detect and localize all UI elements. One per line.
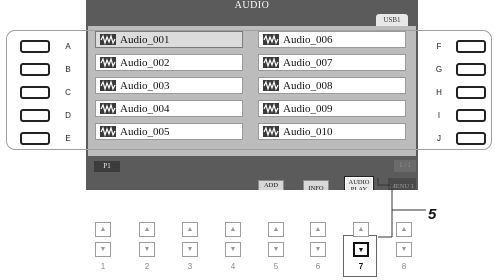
down-button-5[interactable]: ▼ bbox=[268, 242, 284, 257]
button-number: 5 bbox=[273, 262, 279, 271]
button-number: 8 bbox=[401, 262, 407, 271]
down-button-3[interactable]: ▼ bbox=[182, 242, 198, 257]
up-button-8[interactable]: ▲ bbox=[396, 222, 412, 237]
up-button-1[interactable]: ▲ bbox=[95, 222, 111, 237]
up-button-6[interactable]: ▲ bbox=[310, 222, 326, 237]
down-button-7[interactable]: ▼ bbox=[353, 242, 369, 257]
step-callout-number: 5 bbox=[428, 206, 437, 223]
button-number: 1 bbox=[100, 262, 106, 271]
button-number: 3 bbox=[187, 262, 193, 271]
button-number: 7 bbox=[358, 262, 364, 271]
down-button-2[interactable]: ▼ bbox=[139, 242, 155, 257]
up-button-2[interactable]: ▲ bbox=[139, 222, 155, 237]
down-button-1[interactable]: ▼ bbox=[95, 242, 111, 257]
up-button-7[interactable]: ▲ bbox=[353, 222, 369, 237]
down-button-4[interactable]: ▼ bbox=[225, 242, 241, 257]
down-button-6[interactable]: ▼ bbox=[310, 242, 326, 257]
button-number: 6 bbox=[315, 262, 321, 271]
up-button-4[interactable]: ▲ bbox=[225, 222, 241, 237]
up-button-5[interactable]: ▲ bbox=[268, 222, 284, 237]
button-number: 4 bbox=[230, 262, 236, 271]
button-number: 2 bbox=[144, 262, 150, 271]
down-button-8[interactable]: ▼ bbox=[396, 242, 412, 257]
up-button-3[interactable]: ▲ bbox=[182, 222, 198, 237]
callout-line bbox=[377, 178, 426, 238]
